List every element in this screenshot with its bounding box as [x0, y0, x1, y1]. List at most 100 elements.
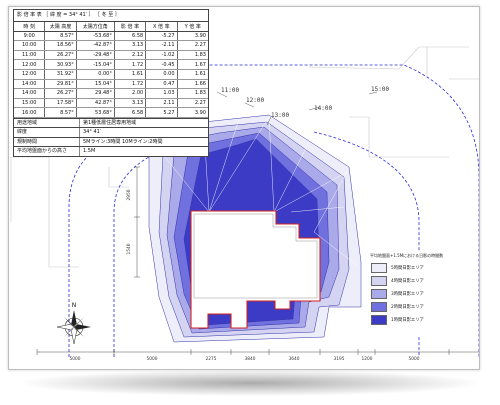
table-cell: 17.58°	[44, 98, 77, 109]
table-body: 9:00 8.57° -53.68° 6.58 -5.27 3.90 10:00 18.56°…	[14, 31, 208, 118]
table-cell: 8.57°	[44, 107, 77, 118]
legend-swatch	[371, 275, 387, 286]
table-row: 11:00 26.27° -29.48° 2.12 -1.02 1.83	[14, 50, 208, 61]
legend-title: 平均地盤面+1.5Mにおける日影の時間数	[370, 253, 444, 258]
table-cell: 1.66	[177, 79, 208, 90]
table-cell: 2.27	[177, 40, 208, 51]
table-cell: 1.83	[177, 50, 208, 61]
table-cell: 53.68°	[76, 107, 115, 118]
site-info: 用途地域 第1種低層住居専用地域 緯度 34° 41′ 規制時間 5Mライン:3時間 10…	[14, 117, 208, 156]
table-cell: -1.02	[145, 50, 178, 61]
info-label: 平均地盤面からの高さ	[14, 147, 80, 156]
table-cell: 0.00	[145, 69, 178, 80]
column-header: Y 倍 率	[177, 22, 208, 32]
compass-icon: N	[56, 302, 91, 345]
table-cell: 26.27°	[44, 88, 77, 99]
table-cell: 14:00	[14, 88, 46, 99]
table-cell: 6.58	[114, 31, 147, 42]
table-row: 10:00 18.56° -42.87° 3.13 -2.11 2.27	[14, 40, 208, 51]
dimension-label: 3840	[245, 356, 256, 362]
dimension-label: 2950	[126, 189, 132, 200]
table-cell: -0.45	[145, 59, 178, 70]
info-value: 34° 41′	[83, 129, 101, 136]
table-cell: 1.61	[177, 69, 208, 80]
legend-item: 5時間日影エリア	[366, 261, 448, 274]
legend-swatch	[371, 301, 387, 312]
table-cell: 6.58	[114, 107, 147, 118]
table-cell: 15.04°	[76, 79, 115, 90]
table-cell: 1.72	[114, 79, 147, 90]
table-cell: -29.48°	[76, 50, 115, 61]
table-cell: 16:00	[14, 107, 46, 118]
table-row: 12:00 30.93° -15.04° 1.72 -0.45 1.67	[14, 59, 208, 70]
time-label: 14:00	[314, 105, 332, 112]
table-cell: 29.81°	[44, 79, 77, 90]
legend: 平均地盤面+1.5Mにおける日影の時間数 5時間日影エリア 4時間日影エリア 3時間…	[366, 251, 448, 337]
legend-items: 5時間日影エリア 4時間日影エリア 3時間日影エリア 2時間日影エリア 1時間日影エリア	[366, 261, 448, 326]
table-cell: 1.61	[114, 69, 147, 80]
info-label: 規制時間	[14, 137, 80, 147]
table-cell: -42.87°	[76, 40, 115, 51]
time-label: 15:00	[371, 86, 389, 93]
table-cell: 2.00	[114, 88, 147, 99]
table-cell: 1.83	[177, 88, 208, 99]
dimension-label: 1200	[362, 356, 373, 362]
info-row: 用途地域 第1種低層住居専用地域	[14, 117, 208, 128]
info-label: 緯度	[14, 128, 80, 137]
table-cell: 1.67	[177, 59, 208, 70]
table-row: 9:00 8.57° -53.68° 6.58 -5.27 3.90	[14, 31, 208, 42]
table-cell: 42.87°	[76, 98, 115, 109]
table-cell: 31.92°	[44, 69, 77, 80]
dimension-label: 5000	[409, 356, 420, 362]
legend-label: 5時間日影エリア	[391, 265, 424, 271]
table-cell: 10:00	[14, 40, 46, 51]
legend-label: 4時間日影エリア	[391, 278, 424, 284]
legend-item: 4時間日影エリア	[366, 274, 448, 287]
legend-label: 2時間日影エリア	[391, 304, 424, 310]
legend-label: 1時間日影エリア	[391, 317, 424, 323]
table-cell: 12:00	[14, 69, 46, 80]
table-cell: 3.13	[114, 40, 147, 51]
time-label: 11:00	[221, 87, 239, 94]
drawing-sheet: 11:00 12:00 13:00 14:00 15:00 5000 5000 …	[8, 6, 480, 370]
table-cell: 9:00	[14, 31, 46, 42]
table-cell: 2.12	[114, 50, 147, 61]
column-header: 時 刻	[14, 22, 46, 32]
table-cell: 1.03	[145, 88, 178, 99]
dimension-label: 5000	[70, 356, 81, 362]
table-row: 12:00 31.92° 0.00° 1.61 0.00 1.61	[14, 69, 208, 80]
table-cell: 3.90	[177, 31, 208, 42]
legend-swatch	[371, 288, 387, 299]
shadow-ratio-table: 時 刻 太陽 高度 太陽方位角 影 倍 率 X 倍 率 Y 倍 率 9:00 8.…	[14, 22, 208, 118]
dimension-label: 1540	[126, 243, 132, 254]
table-cell: 11:00	[14, 50, 46, 61]
table-cell: 15:00	[14, 98, 46, 109]
table-row: 14:00 29.81° 15.04° 1.72 0.47 1.66	[14, 79, 208, 90]
table-cell: 0.47	[145, 79, 178, 90]
page-shadow	[22, 370, 478, 396]
dimension-label: 3195	[334, 356, 345, 362]
table-cell: 12:00	[14, 59, 46, 70]
shadow-ratio-panel: 影 倍 率 表 ［ 緯 度 = 34° 41′ ］ ［ 冬 至 ］ 時 刻 太陽…	[13, 9, 209, 157]
table-cell: 8.57°	[44, 31, 77, 42]
table-row: 16:00 8.57° 53.68° 6.58 5.27 3.90	[14, 107, 208, 118]
table-cell: 1.72	[114, 59, 147, 70]
time-label: 13:00	[271, 112, 289, 119]
column-header: 太陽 高度	[44, 22, 77, 32]
info-row: 平均地盤面からの高さ 1.5M	[14, 146, 208, 156]
table-cell: 3.90	[177, 107, 208, 118]
column-header: 太陽方位角	[76, 22, 115, 32]
info-value: 5Mライン:3時間 10Mライン:2時間	[83, 138, 163, 145]
dimension-label: 3640	[289, 356, 300, 362]
info-row: 緯度 34° 41′	[14, 127, 208, 137]
legend-swatch	[371, 314, 387, 325]
table-cell: -5.27	[145, 31, 178, 42]
info-row: 規制時間 5Mライン:3時間 10Mライン:2時間	[14, 136, 208, 147]
table-cell: 29.48°	[76, 88, 115, 99]
legend-item: 1時間日影エリア	[366, 313, 448, 326]
column-header: 影 倍 率	[114, 22, 147, 32]
table-cell: 3.13	[114, 98, 147, 109]
table-cell: 2.11	[145, 98, 178, 109]
legend-item: 3時間日影エリア	[366, 287, 448, 300]
table-row: 15:00 17.58° 42.87° 3.13 2.11 2.27	[14, 98, 208, 109]
